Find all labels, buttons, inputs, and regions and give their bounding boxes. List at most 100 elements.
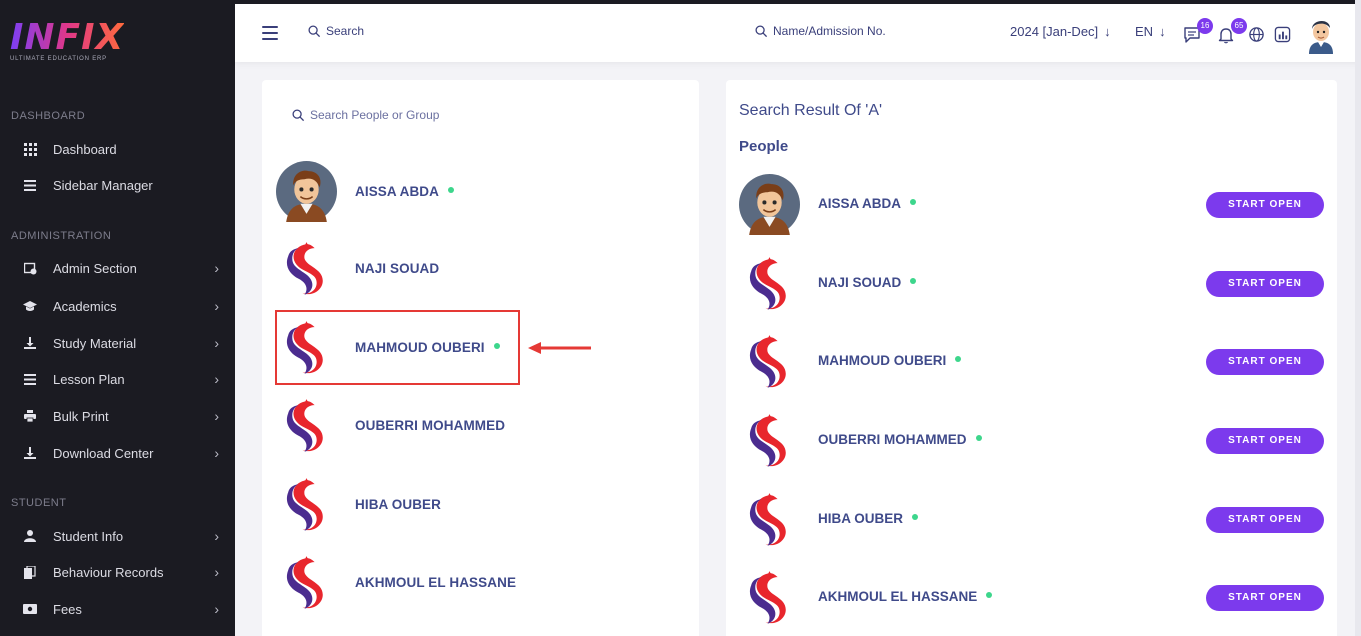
academic-year-select[interactable]: 2024 [Jan-Dec] ↓: [1010, 24, 1111, 39]
person-name: AKHMOUL EL HASSANE: [355, 575, 517, 590]
section-student: STUDENT: [11, 497, 67, 509]
messages-button[interactable]: 16: [1183, 18, 1213, 44]
chevron-right-icon: ›: [214, 445, 219, 461]
avatar: [739, 567, 800, 628]
start-open-button[interactable]: START OPEN: [1206, 192, 1324, 218]
language-value: EN: [1135, 24, 1154, 39]
sidebar-item-label: Sidebar Manager: [53, 177, 153, 193]
list-icon: [23, 178, 37, 192]
person-item[interactable]: AISSA ABDA: [262, 152, 699, 231]
global-search[interactable]: Search: [308, 24, 364, 38]
search-label: Search: [326, 24, 365, 38]
sidebar-item-label: Bulk Print: [53, 408, 109, 424]
avatar: [276, 161, 337, 222]
people-search-field[interactable]: Search People or Group: [292, 108, 439, 122]
search-results-panel: Search Result Of 'A' People AISSA ABDA S…: [726, 80, 1337, 636]
sidebar: INFIX ULTIMATE EDUCATION ERP DASHBOARD D…: [0, 0, 235, 636]
people-search-placeholder: Search People or Group: [310, 108, 440, 122]
download-icon: [23, 336, 37, 350]
start-open-button[interactable]: START OPEN: [1206, 271, 1324, 297]
brand-logo[interactable]: INFIX ULTIMATE EDUCATION ERP: [10, 17, 125, 63]
sidebar-item-label: Download Center: [53, 445, 154, 461]
person-item[interactable]: NAJI SOUAD: [262, 229, 699, 308]
avatar: [739, 489, 800, 550]
sidebar-item-admin-section[interactable]: Admin Section ›: [0, 253, 235, 283]
sidebar-item-academics[interactable]: Academics ›: [0, 291, 235, 321]
online-status-dot: [986, 592, 993, 599]
sidebar-item-label: Lesson Plan: [53, 371, 125, 387]
start-open-button[interactable]: START OPEN: [1206, 428, 1324, 454]
results-title: Search Result Of 'A': [739, 102, 883, 119]
result-row: MAHMOUD OUBERI START OPEN: [726, 321, 1337, 400]
graduation-cap-icon: [23, 299, 37, 313]
admission-search[interactable]: Name/Admission No.: [755, 24, 886, 38]
arrow-down-icon: ↓: [1159, 24, 1166, 39]
avatar: [276, 552, 337, 613]
admission-search-label: Name/Admission No.: [773, 24, 886, 38]
admin-icon: [23, 261, 37, 275]
chevron-right-icon: ›: [214, 371, 219, 387]
menu-toggle-icon[interactable]: [262, 26, 278, 40]
sidebar-item-dashboard[interactable]: Dashboard: [0, 134, 235, 164]
sidebar-item-download-center[interactable]: Download Center ›: [0, 438, 235, 468]
sidebar-item-label: Study Material: [53, 335, 137, 351]
sidebar-item-sidebar-manager[interactable]: Sidebar Manager: [0, 170, 235, 200]
language-select[interactable]: EN ↓: [1135, 24, 1166, 39]
website-button[interactable]: [1248, 26, 1266, 44]
avatar: [739, 331, 800, 392]
sidebar-item-study-material[interactable]: Study Material ›: [0, 328, 235, 358]
result-name: NAJI SOUAD: [818, 275, 902, 290]
search-icon: [755, 24, 768, 37]
start-open-button[interactable]: START OPEN: [1206, 507, 1324, 533]
sidebar-item-label: Admin Section: [53, 260, 137, 276]
chevron-right-icon: ›: [214, 335, 219, 351]
person-item[interactable]: HIBA OUBER: [262, 465, 699, 544]
top-header: Search Name/Admission No. 2024 [Jan-Dec]…: [235, 0, 1361, 62]
section-administration: ADMINISTRATION: [11, 230, 112, 242]
sidebar-item-lesson-plan[interactable]: Lesson Plan ›: [0, 364, 235, 394]
chevron-right-icon: ›: [214, 298, 219, 314]
file-icon: [23, 565, 37, 579]
person-item[interactable]: OUBERRI MOHAMMED: [262, 386, 699, 465]
avatar: [739, 174, 800, 235]
brand-name: INFIX: [10, 17, 125, 58]
arrow-down-icon: ↓: [1104, 24, 1111, 39]
sidebar-item-label: Dashboard: [53, 141, 117, 157]
chart-icon: [1274, 26, 1291, 43]
page-scrollbar[interactable]: [1355, 0, 1361, 636]
academic-year-value: 2024 [Jan-Dec]: [1010, 24, 1099, 39]
online-status-dot: [912, 514, 919, 521]
sidebar-item-fees[interactable]: Fees ›: [0, 594, 235, 624]
sidebar-item-student-info[interactable]: Student Info ›: [0, 521, 235, 551]
result-name: HIBA OUBER: [818, 511, 904, 526]
notifications-button[interactable]: 65: [1217, 18, 1247, 44]
person-name: OUBERRI MOHAMMED: [355, 418, 506, 433]
avatar: [276, 238, 337, 299]
globe-icon: [1249, 27, 1264, 42]
download-icon: [23, 446, 37, 460]
avatar: [276, 474, 337, 535]
sidebar-item-bulk-print[interactable]: Bulk Print ›: [0, 401, 235, 431]
user-avatar[interactable]: [1306, 16, 1336, 54]
notifications-badge: 65: [1231, 18, 1247, 34]
reports-button[interactable]: [1274, 26, 1292, 44]
result-row: AKHMOUL EL HASSANE START OPEN: [726, 557, 1337, 636]
person-item[interactable]: AKHMOUL EL HASSANE: [262, 543, 699, 622]
online-status-dot: [910, 199, 917, 206]
sidebar-item-label: Behaviour Records: [53, 564, 164, 580]
online-status-dot: [975, 435, 982, 442]
chevron-right-icon: ›: [214, 408, 219, 424]
online-status-dot: [910, 278, 917, 285]
start-open-button[interactable]: START OPEN: [1206, 349, 1324, 375]
start-open-button[interactable]: START OPEN: [1206, 585, 1324, 611]
sidebar-item-label: Academics: [53, 298, 117, 314]
highlight-box: [275, 310, 520, 385]
chevron-right-icon: ›: [214, 260, 219, 276]
chevron-right-icon: ›: [214, 601, 219, 617]
avatar: [276, 395, 337, 456]
online-status-dot: [955, 356, 962, 363]
avatar: [739, 410, 800, 471]
user-icon: [23, 529, 37, 543]
person-name: NAJI SOUAD: [355, 261, 440, 276]
sidebar-item-behaviour-records[interactable]: Behaviour Records ›: [0, 557, 235, 587]
